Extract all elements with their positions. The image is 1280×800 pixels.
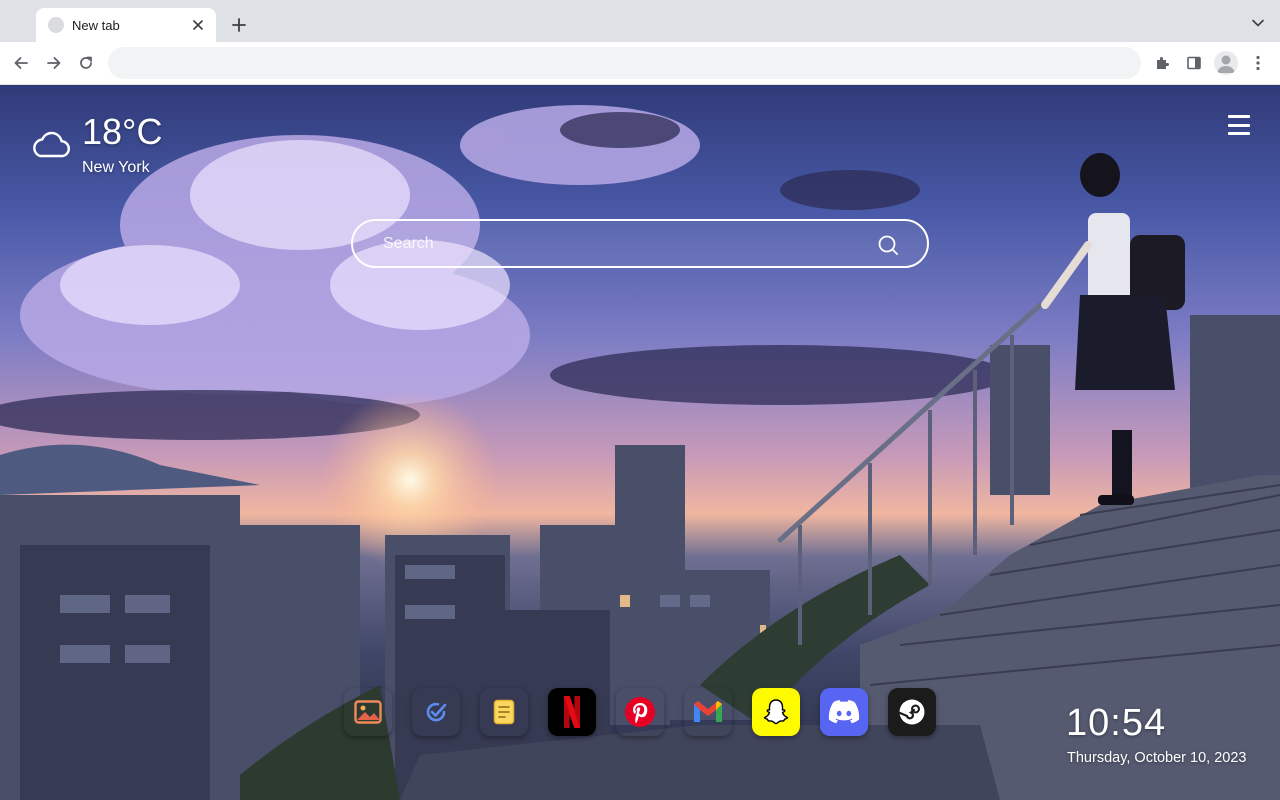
browser-menu-button[interactable]	[1246, 51, 1270, 75]
search-icon[interactable]	[877, 234, 899, 256]
shortcut-dock	[344, 688, 936, 736]
new-tab-button[interactable]	[227, 13, 251, 37]
close-icon	[193, 20, 203, 30]
arrow-right-icon	[47, 57, 61, 69]
pinterest-icon	[625, 697, 655, 727]
note-icon	[493, 699, 515, 725]
puzzle-icon	[1157, 57, 1169, 69]
menu-line	[1228, 123, 1250, 127]
person-icon	[1217, 55, 1235, 73]
tab-title: New tab	[72, 17, 120, 33]
clock-date: Thursday, October 10, 2023	[1067, 750, 1247, 766]
check-circle-icon	[426, 702, 447, 722]
side-panel-button[interactable]	[1182, 51, 1206, 75]
tasks-shortcut[interactable]	[412, 688, 460, 736]
netflix-icon	[564, 696, 580, 728]
notes-shortcut[interactable]	[480, 688, 528, 736]
discord-shortcut[interactable]	[820, 688, 868, 736]
extensions-button[interactable]	[1150, 51, 1174, 75]
steam-shortcut[interactable]	[888, 688, 936, 736]
side-panel-icon	[1187, 56, 1201, 70]
tab-search-button[interactable]	[1248, 13, 1268, 33]
netflix-shortcut[interactable]	[548, 688, 596, 736]
menu-line	[1228, 115, 1250, 118]
clock-time: 10:54	[1066, 702, 1167, 744]
chevron-down-icon	[1252, 19, 1264, 27]
more-vert-icon	[1256, 55, 1260, 71]
gmail-shortcut[interactable]	[684, 688, 732, 736]
pinterest-shortcut[interactable]	[616, 688, 664, 736]
snapchat-icon	[763, 699, 789, 725]
snapchat-shortcut[interactable]	[752, 688, 800, 736]
reload-icon	[80, 56, 92, 69]
photos-shortcut[interactable]	[344, 688, 392, 736]
weather-city: New York	[82, 159, 150, 176]
page-menu-button[interactable]	[1228, 115, 1250, 135]
back-button[interactable]	[9, 51, 33, 75]
weather-temperature: 18°C	[82, 111, 163, 152]
menu-line	[1228, 132, 1250, 135]
arrow-left-icon	[14, 57, 28, 69]
address-bar-input[interactable]	[108, 47, 1141, 79]
cloud-icon	[33, 131, 70, 158]
profile-avatar[interactable]	[1214, 51, 1238, 75]
gmail-icon	[694, 701, 722, 722]
steam-icon	[898, 699, 925, 725]
new-tab-page: 18°C New York Search 10:54 Thursday, Oct…	[0, 85, 1280, 800]
plus-icon	[232, 18, 246, 32]
photo-icon	[354, 700, 382, 724]
tab-favicon-icon	[48, 17, 64, 33]
tab-close-button[interactable]	[190, 17, 206, 33]
tab-new-tab[interactable]: New tab	[36, 8, 216, 42]
reload-button[interactable]	[74, 51, 98, 75]
tab-strip: New tab	[0, 0, 1280, 42]
forward-button[interactable]	[42, 51, 66, 75]
search-box	[351, 219, 929, 268]
discord-icon	[828, 700, 860, 724]
browser-toolbar	[0, 42, 1280, 85]
search-input[interactable]	[383, 231, 863, 257]
